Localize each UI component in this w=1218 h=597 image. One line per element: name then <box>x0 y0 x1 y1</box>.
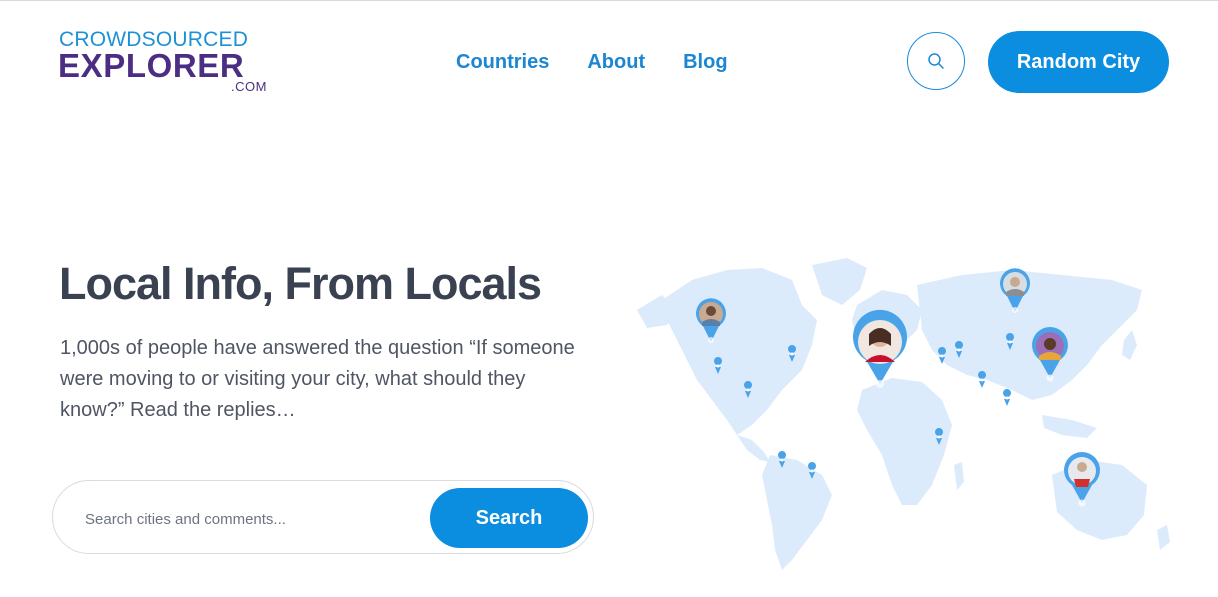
world-map <box>637 258 1170 570</box>
search-button[interactable]: Search <box>430 488 588 548</box>
avatar-pin[interactable] <box>853 309 907 388</box>
top-border <box>0 0 1218 1</box>
hero-title: Local Info, From Locals <box>59 258 542 309</box>
nav-countries[interactable]: Countries <box>456 50 549 74</box>
logo-line-2: EXPLORER <box>58 47 245 84</box>
site-logo[interactable]: CROWDSOURCED EXPLORER .COM <box>58 29 269 96</box>
nav-blog[interactable]: Blog <box>683 50 727 74</box>
main-nav: Countries About Blog <box>456 50 728 74</box>
logo-line-3: .COM <box>231 79 267 94</box>
random-city-button[interactable]: Random City <box>988 31 1169 93</box>
map-pin[interactable] <box>1003 389 1012 406</box>
search-icon <box>928 53 944 69</box>
search-bar: Search <box>52 480 594 554</box>
nav-about[interactable]: About <box>587 50 645 74</box>
hero-description: 1,000s of people have answered the quest… <box>60 337 575 421</box>
header-search-button[interactable] <box>907 32 965 90</box>
search-input[interactable] <box>83 503 417 535</box>
map-pin[interactable] <box>978 371 987 388</box>
